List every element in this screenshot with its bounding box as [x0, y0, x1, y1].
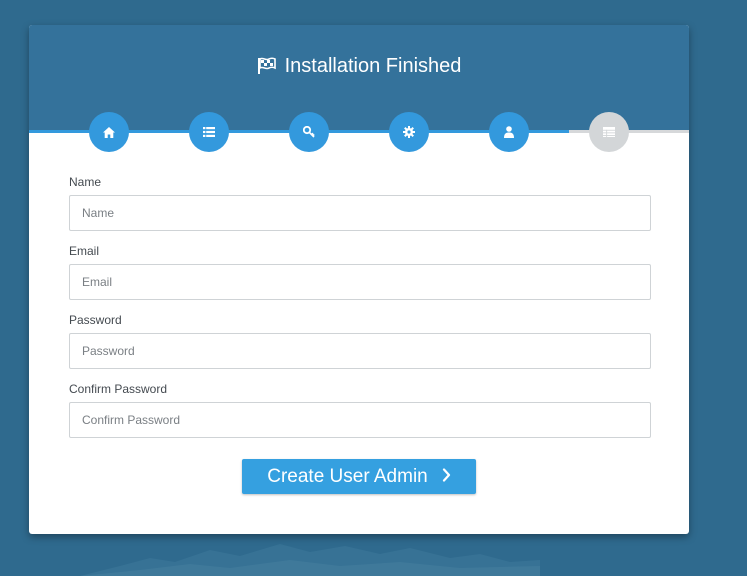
password-field-group: Password — [69, 313, 651, 369]
password-input[interactable] — [69, 333, 651, 369]
step-key[interactable] — [289, 112, 329, 152]
card-header: Installation Finished — [29, 25, 689, 131]
mountain-silhouette — [80, 544, 540, 576]
gear-icon — [403, 126, 415, 138]
step-list[interactable] — [189, 112, 229, 152]
name-label: Name — [69, 175, 102, 189]
list-icon — [203, 127, 215, 137]
home-icon — [103, 126, 115, 138]
progress-bar-remaining — [569, 130, 689, 133]
password-label: Password — [69, 313, 122, 327]
page-title-text: Installation Finished — [284, 55, 462, 77]
flag-icon — [257, 56, 277, 82]
email-label: Email — [69, 244, 100, 258]
create-admin-form: Name Email Password Confirm Password — [69, 175, 651, 451]
user-icon — [504, 126, 514, 138]
name-input[interactable] — [69, 195, 651, 231]
confirm-password-label: Confirm Password — [69, 382, 168, 396]
step-user[interactable] — [489, 112, 529, 152]
create-user-admin-label: Create User Admin — [267, 465, 428, 487]
create-user-admin-button[interactable]: Create User Admin — [242, 459, 476, 494]
table-icon — [603, 127, 615, 137]
confirm-password-input[interactable] — [69, 402, 651, 438]
name-field-group: Name — [69, 175, 651, 231]
step-finish[interactable] — [589, 112, 629, 152]
page-title: Installation Finished — [29, 53, 689, 82]
step-home[interactable] — [89, 112, 129, 152]
email-input[interactable] — [69, 264, 651, 300]
chevron-right-icon — [442, 466, 451, 488]
installer-card: Installation Finished Name Name Email Em… — [29, 25, 689, 534]
page-background: { "header": { "title": "Installation Fin… — [0, 0, 747, 576]
key-icon — [303, 126, 315, 138]
confirm-password-field-group: Confirm Password — [69, 382, 651, 438]
step-settings[interactable] — [389, 112, 429, 152]
email-field-group: Email — [69, 244, 651, 300]
